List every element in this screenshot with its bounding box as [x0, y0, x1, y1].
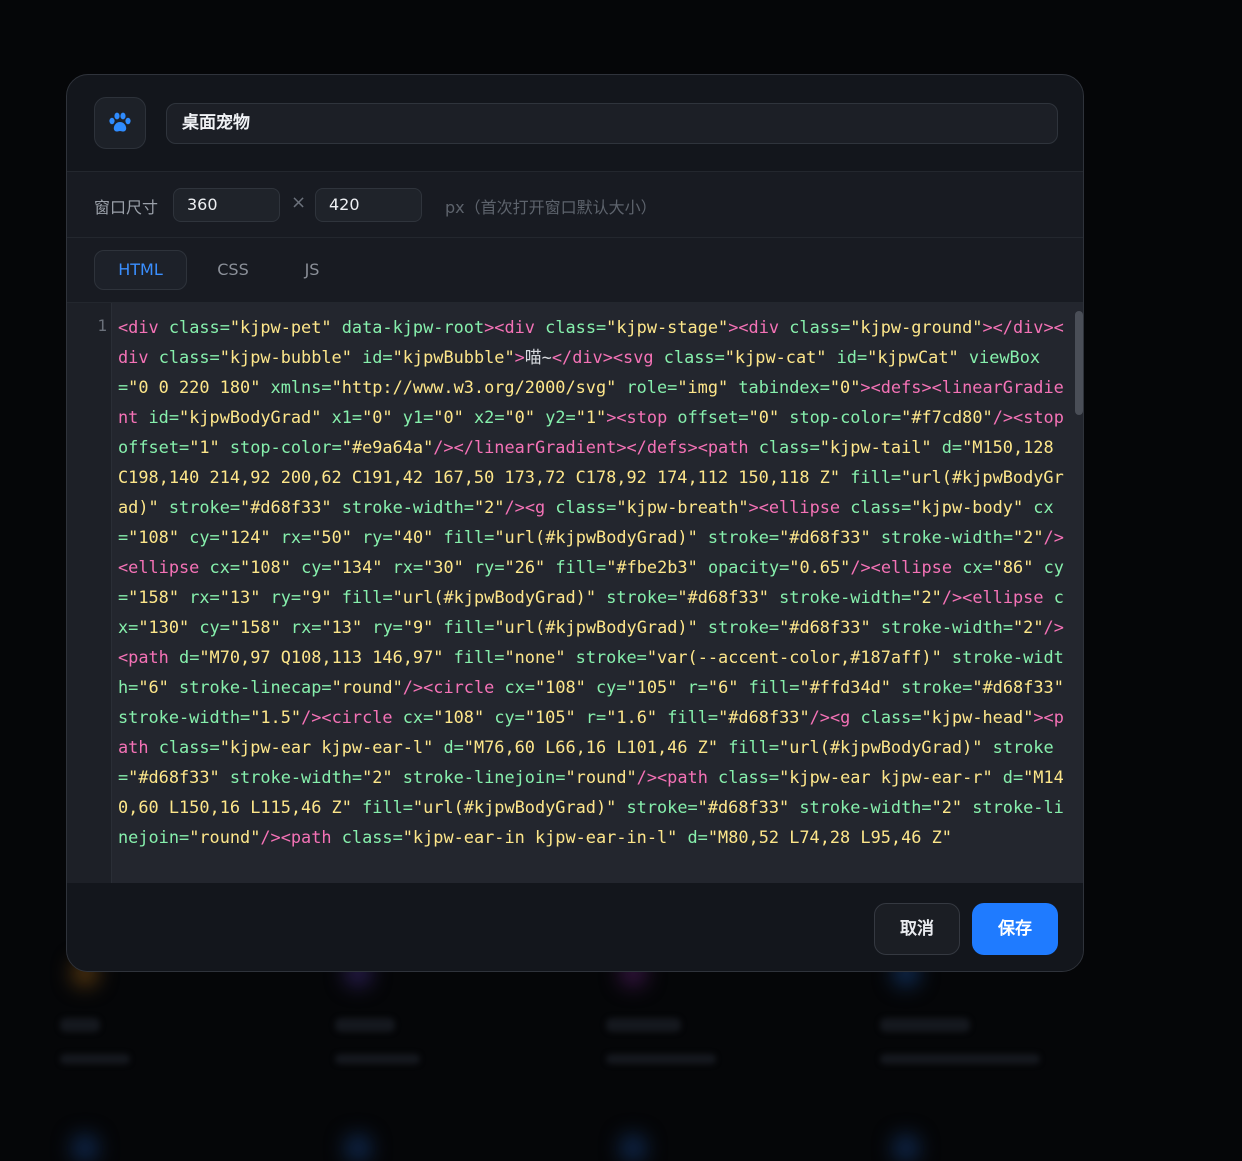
window-width-input[interactable]: 360: [173, 188, 280, 222]
times-separator: ×: [291, 192, 307, 213]
tab-css[interactable]: CSS: [197, 250, 269, 290]
bg-app-icon: [345, 1135, 371, 1161]
bg-app-subtitle: [606, 1054, 716, 1064]
window-height-input[interactable]: 420: [315, 188, 422, 222]
code-content[interactable]: <div class="kjpw-pet" data-kjpw-root><di…: [118, 312, 1068, 852]
edit-app-dialog: 桌面宠物 窗口尺寸 360 × 420 px（首次打开窗口默认大小） HTML …: [66, 74, 1084, 972]
dialog-footer: 取消 保存: [67, 883, 1083, 971]
bg-app-title: [335, 1018, 395, 1032]
bg-app-title: [880, 1018, 970, 1032]
editor-scrollbar[interactable]: [1071, 303, 1083, 883]
tab-js[interactable]: JS: [279, 250, 345, 290]
scrollbar-thumb[interactable]: [1075, 311, 1083, 415]
bg-app-icon: [620, 1135, 646, 1161]
code-tabs: HTML CSS JS: [67, 238, 1083, 303]
line-number: 1: [97, 316, 107, 335]
window-size-label: 窗口尺寸: [94, 198, 159, 217]
line-number-gutter: 1: [67, 303, 112, 883]
bg-app-title: [606, 1018, 681, 1032]
bg-app-subtitle: [335, 1054, 420, 1064]
tab-html[interactable]: HTML: [94, 250, 187, 290]
bg-app-title: [60, 1018, 100, 1032]
paw-icon: [109, 112, 131, 132]
bg-app-icon: [72, 1135, 98, 1161]
bg-app-subtitle: [880, 1054, 1040, 1064]
window-size-hint: px（首次打开窗口默认大小）: [445, 198, 657, 217]
code-editor[interactable]: 1 <div class="kjpw-pet" data-kjpw-root><…: [67, 303, 1083, 883]
dialog-header: 桌面宠物: [67, 75, 1083, 171]
cancel-button[interactable]: 取消: [874, 903, 960, 955]
app-icon-picker[interactable]: [94, 97, 146, 149]
bg-app-icon: [893, 1135, 919, 1161]
save-button[interactable]: 保存: [972, 903, 1058, 955]
window-size-row: 窗口尺寸 360 × 420 px（首次打开窗口默认大小）: [67, 171, 1083, 238]
app-name-input[interactable]: 桌面宠物: [166, 103, 1058, 144]
bg-app-subtitle: [60, 1054, 130, 1064]
